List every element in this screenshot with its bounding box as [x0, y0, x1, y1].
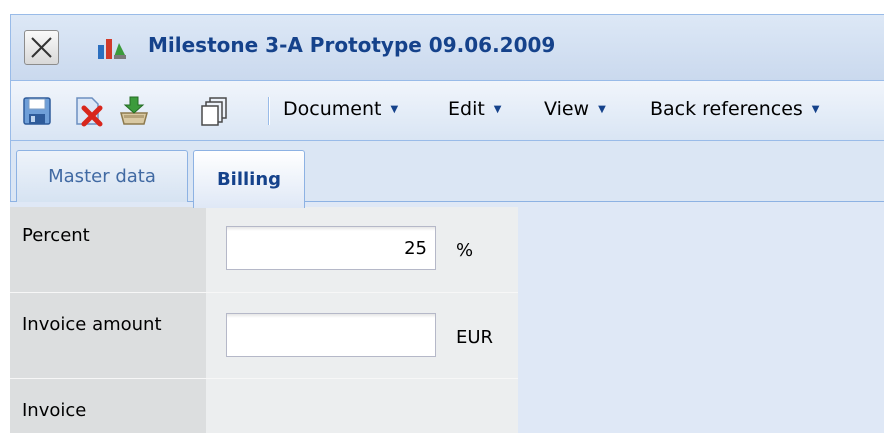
row-divider	[10, 378, 518, 379]
menu-edit[interactable]: Edit ▼	[448, 98, 502, 120]
menu-document[interactable]: Document ▼	[283, 98, 398, 120]
row-divider	[10, 292, 518, 293]
menu-back-references[interactable]: Back references ▼	[650, 98, 820, 120]
milestone-app-icon	[98, 39, 126, 59]
tab-billing[interactable]: Billing	[193, 150, 305, 208]
chevron-down-icon: ▼	[811, 103, 820, 115]
toolbar-separator	[268, 97, 270, 125]
invoice-label: Invoice	[22, 400, 87, 421]
delete-document-icon[interactable]	[71, 95, 103, 127]
chevron-down-icon: ▼	[390, 103, 399, 115]
window-title-bar: Milestone 3-A Prototype 09.06.2009	[10, 14, 884, 80]
tab-master-data[interactable]: Master data	[16, 150, 188, 202]
invoice-amount-label: Invoice amount	[22, 314, 162, 335]
invoice-amount-input[interactable]	[226, 313, 436, 357]
window-title: Milestone 3-A Prototype 09.06.2009	[148, 33, 556, 57]
close-button[interactable]	[24, 30, 59, 65]
menu-view-label: View	[544, 98, 590, 120]
invoice-amount-unit: EUR	[456, 327, 494, 348]
tab-master-data-label: Master data	[48, 166, 156, 187]
copy-icon[interactable]	[198, 95, 230, 127]
close-icon	[31, 37, 52, 58]
menu-view[interactable]: View ▼	[544, 98, 606, 120]
percent-unit: %	[456, 240, 474, 261]
save-icon[interactable]	[21, 95, 53, 127]
menu-document-label: Document	[283, 98, 382, 120]
menu-back-references-label: Back references	[650, 98, 803, 120]
export-icon[interactable]	[118, 95, 150, 127]
tab-billing-label: Billing	[216, 169, 282, 190]
chevron-down-icon: ▼	[493, 103, 502, 115]
percent-input[interactable]	[226, 226, 436, 270]
percent-label: Percent	[22, 225, 90, 246]
menu-edit-label: Edit	[448, 98, 485, 120]
chevron-down-icon: ▼	[598, 103, 606, 115]
toolbar: Document ▼ Edit ▼ View ▼ Back references…	[10, 80, 884, 141]
